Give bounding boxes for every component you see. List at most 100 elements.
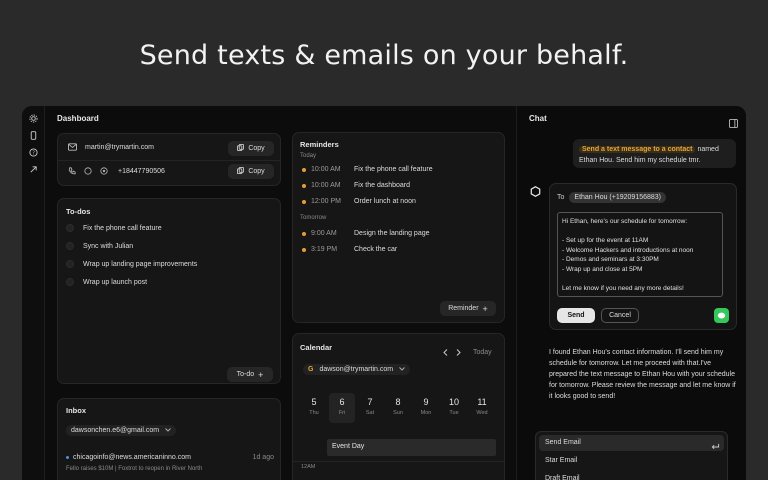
inbox-account: dawsonchen.e6@gmail.com <box>71 427 160 434</box>
svg-text:?: ? <box>32 150 35 156</box>
recipient-chip[interactable]: Ethan Hou (+19209156883) <box>569 192 667 203</box>
reminder-text: Design the landing page <box>354 230 430 237</box>
dashboard-title: Dashboard <box>57 114 99 123</box>
inbox-card: Inbox dawsonchen.e6@gmail.com chicagoinf… <box>57 398 281 480</box>
calendar-day-number: 6 <box>339 397 345 407</box>
reminder-text: Fix the dashboard <box>354 182 411 189</box>
calendar-account-select[interactable]: G dawson@trymartin.com <box>303 364 411 375</box>
chevron-right-icon[interactable] <box>456 343 461 361</box>
reminder-item[interactable]: 10:00 AM Fix the dashboard <box>302 182 410 189</box>
inbox-item[interactable]: chicagoinfo@news.americaninno.com 1d ago <box>66 454 274 461</box>
menu-item[interactable]: Star Email <box>545 457 577 464</box>
copy-icon <box>237 144 245 153</box>
draft-card: To Ethan Hou (+19209156883) Hi Ethan, he… <box>549 183 737 330</box>
mail-icon <box>68 143 77 151</box>
calendar-card: Calendar Today G dawson@trymartin.com 5 T… <box>292 333 505 480</box>
calendar-day-number: 7 <box>367 397 373 407</box>
message-textarea[interactable]: Hi Ethan, here's our schedule for tomorr… <box>557 212 723 297</box>
reminder-item[interactable]: 12:00 PM Order lunch at noon <box>302 198 416 205</box>
copy-phone-button[interactable]: Copy <box>228 164 274 179</box>
contact-phone: +18447790506 <box>118 167 165 175</box>
todos-card: To-dos Fix the phone call feature Sync wi… <box>57 198 281 384</box>
calendar-day-number: 9 <box>423 397 429 407</box>
reminders-title: Reminders <box>300 140 339 149</box>
calendar-day-of-week: Thu <box>309 410 319 416</box>
contact-card: martin@trymartin.com Copy +18447790506 C… <box>57 133 281 186</box>
help-icon[interactable]: ? <box>28 147 39 158</box>
draft-line: - Wrap up and close at 5PM <box>562 265 643 273</box>
todo-checkbox[interactable] <box>66 242 74 250</box>
whatsapp-icon[interactable] <box>100 167 108 175</box>
calendar-day-of-week: Wed <box>476 410 488 416</box>
add-reminder-label: Reminder <box>448 305 479 312</box>
inbox-title: Inbox <box>66 406 86 415</box>
reminder-time: 9:00 AM <box>311 230 337 237</box>
unread-dot <box>66 456 69 459</box>
inbox-account-select[interactable]: dawsonchen.e6@gmail.com <box>66 425 177 436</box>
todo-item[interactable]: Wrap up launch post <box>66 278 147 286</box>
calendar-today-button[interactable]: Today <box>473 349 492 356</box>
calendar-day[interactable]: 8 Sun <box>385 393 411 423</box>
todo-item[interactable]: Fix the phone call feature <box>66 224 162 232</box>
calendar-day[interactable]: 11 Wed <box>469 393 495 423</box>
copy-email-button[interactable]: Copy <box>228 141 274 156</box>
add-reminder-button[interactable]: Reminder + <box>440 301 496 316</box>
enter-key-icon <box>711 438 720 456</box>
calendar-day[interactable]: 9 Mon <box>413 393 439 423</box>
reminder-time: 10:00 AM <box>311 166 341 173</box>
reminder-time: 3:19 PM <box>311 246 338 253</box>
menu-item[interactable]: Draft Email <box>545 475 580 480</box>
message-icon[interactable] <box>84 167 92 175</box>
divider <box>58 160 280 161</box>
inbox-preview: Fello raises $10M | Foxtrot to reopen in… <box>66 466 203 472</box>
calendar-day[interactable]: 6 Fri <box>329 393 355 423</box>
reminder-item[interactable]: 3:19 PM Check the car <box>302 246 397 253</box>
calendar-day-of-week: Fri <box>338 410 346 416</box>
reminder-text: Order lunch at noon <box>354 198 416 205</box>
cancel-button[interactable]: Cancel <box>601 308 639 323</box>
calendar-day-number: 10 <box>448 397 459 407</box>
todos-title: To-dos <box>66 207 91 216</box>
reminder-text: Fix the phone call feature <box>354 166 433 173</box>
phone-icon[interactable] <box>68 167 76 175</box>
draft-line: - Welcome Hackers and introductions at n… <box>562 246 694 254</box>
headline: Send texts & emails on your behalf. <box>139 40 629 71</box>
app-window: ? Dashboard martin@trymartin.com Copy +1… <box>22 106 746 480</box>
calendar-day[interactable]: 10 Tue <box>441 393 467 423</box>
calendar-day-of-week: Mon <box>420 410 432 416</box>
assistant-message: I found Ethan Hou's contact information.… <box>549 349 736 400</box>
todo-checkbox[interactable] <box>66 278 74 286</box>
divider <box>293 461 504 462</box>
reminder-item[interactable]: 9:00 AM Design the landing page <box>302 230 430 237</box>
calendar-hour-label: 12AM <box>301 464 316 470</box>
send-button[interactable]: Send <box>557 308 595 323</box>
reminder-dot <box>302 247 306 252</box>
todo-item[interactable]: Wrap up landing page improvements <box>66 260 197 268</box>
inbox-age: 1d ago <box>252 454 274 461</box>
calendar-day[interactable]: 5 Thu <box>301 393 327 423</box>
calendar-day-number: 8 <box>395 397 401 407</box>
chevron-down-icon <box>165 427 171 434</box>
settings-icon[interactable] <box>28 113 39 124</box>
todo-checkbox[interactable] <box>66 260 74 268</box>
sidebar-toggle-icon[interactable] <box>729 115 738 133</box>
reminder-dot <box>302 167 306 172</box>
draft-line <box>562 274 718 284</box>
calendar-day[interactable]: 7 Sat <box>357 393 383 423</box>
user-message-part2: Ethan Hou. Send him my schedule tmr. <box>579 157 701 164</box>
calendar-day-of-week: Sun <box>393 410 403 416</box>
todo-item[interactable]: Sync with Julian <box>66 242 133 250</box>
calendar-event[interactable]: Event Day <box>327 439 496 456</box>
external-link-icon[interactable] <box>28 164 39 175</box>
chat-panel: Chat Send a text message to a contact na… <box>516 106 746 480</box>
chevron-left-icon[interactable] <box>443 343 448 361</box>
reminder-text: Check the car <box>354 246 398 253</box>
copy-label: Copy <box>248 145 265 152</box>
reminder-item[interactable]: 10:00 AM Fix the phone call feature <box>302 166 433 173</box>
add-todo-button[interactable]: To-do + <box>227 367 273 382</box>
to-label: To <box>557 194 565 201</box>
todo-checkbox[interactable] <box>66 224 74 232</box>
phone-device-icon[interactable] <box>28 130 39 141</box>
menu-item[interactable]: Send Email <box>545 439 581 446</box>
action-menu: Send Email Star Email Draft Email <box>535 431 728 480</box>
